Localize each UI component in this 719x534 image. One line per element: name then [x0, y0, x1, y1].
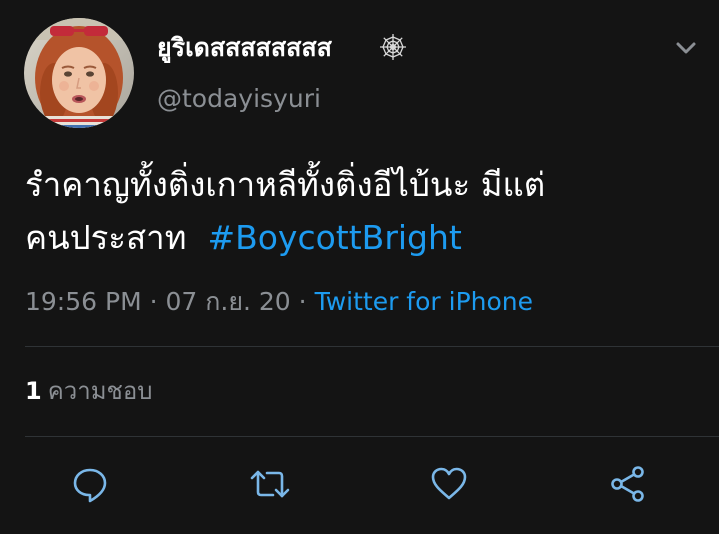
tweet-text-line-2-text: คนประสาท: [25, 218, 187, 257]
meta-separator: ·: [298, 287, 307, 316]
likes-stat[interactable]: 1 ความชอบ: [25, 375, 152, 407]
divider: [25, 436, 719, 437]
user-handle[interactable]: @todayisyuri: [157, 84, 321, 114]
hashtag-link[interactable]: #BoycottBright: [207, 218, 461, 257]
share-icon: [611, 466, 644, 502]
reply-button[interactable]: [68, 462, 112, 506]
avatar-photo: [24, 18, 134, 128]
tweet-text: รำคาญทั้งติ่งเกาหลีทั้งติ่งอีไบ้นะ มีแต่…: [25, 158, 705, 264]
meta-separator: ·: [149, 287, 158, 316]
divider: [25, 346, 719, 347]
display-name-text: ยูริเดสสสสสสสส: [157, 33, 332, 62]
chevron-down-icon[interactable]: [672, 36, 700, 60]
heart-icon: [431, 467, 467, 500]
likes-count: 1: [25, 377, 42, 405]
reply-icon: [73, 468, 107, 503]
tweet-text-line-1: รำคาญทั้งติ่งเกาหลีทั้งติ่งอีไบ้นะ มีแต่: [25, 165, 546, 204]
retweet-icon: [250, 470, 290, 498]
tweet-meta: 19:56 PM · 07 ก.ย. 20 · Twitter for iPho…: [25, 285, 533, 319]
tweet-source-link[interactable]: Twitter for iPhone: [315, 287, 533, 316]
tweet-date: 07 ก.ย. 20: [165, 287, 291, 316]
tweet-detail: ยูริเดสสสสสสสส @todayisyuri รำคาญทั้งติ่…: [0, 0, 719, 534]
display-name[interactable]: ยูริเดสสสสสสสส: [157, 32, 332, 64]
share-button[interactable]: [606, 462, 650, 506]
likes-label: ความชอบ: [47, 377, 153, 405]
spider-web-icon: [378, 32, 408, 62]
like-button[interactable]: [427, 462, 471, 506]
tweet-time: 19:56 PM: [25, 287, 142, 316]
avatar[interactable]: [24, 18, 134, 128]
tweet-text-line-2: คนประสาท #BoycottBright: [25, 211, 705, 264]
retweet-button[interactable]: [248, 462, 292, 506]
